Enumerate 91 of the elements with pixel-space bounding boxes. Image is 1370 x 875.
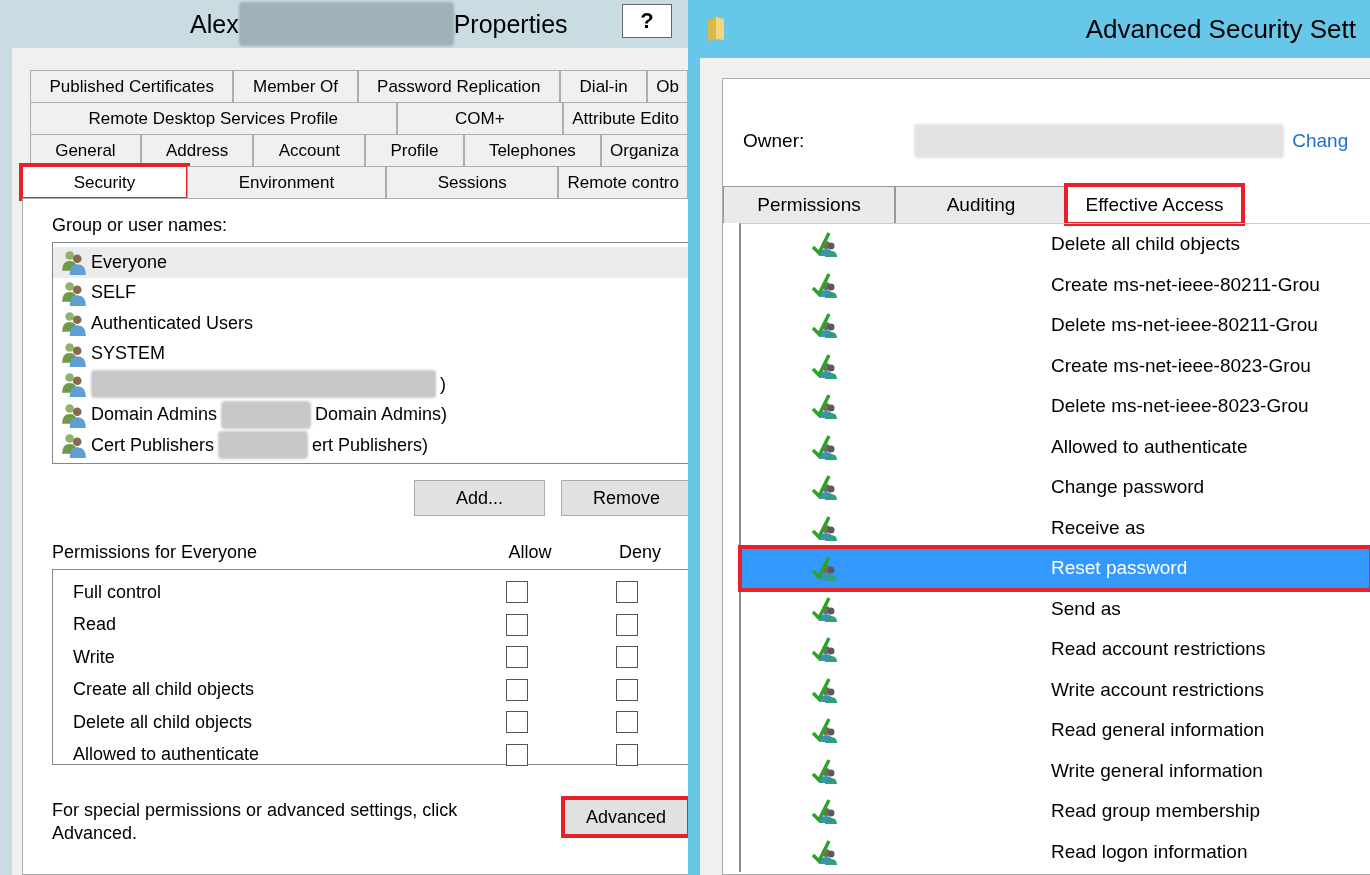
users-icon xyxy=(61,401,87,428)
user-list-item[interactable]: Authenticated Users xyxy=(53,308,688,339)
tab[interactable]: General xyxy=(30,134,141,166)
access-list-row[interactable]: Create ms-net-ieee-80211-Grou xyxy=(741,264,1370,305)
tab[interactable]: Security xyxy=(22,166,187,198)
access-list-row[interactable]: Read account restrictions xyxy=(741,629,1370,670)
deny-checkbox[interactable] xyxy=(616,613,638,636)
user-name: Cert Publishers xyxy=(91,434,215,456)
deny-checkbox[interactable] xyxy=(616,646,638,669)
column-header: Deny xyxy=(618,542,662,563)
user-name: Domain Admins) xyxy=(315,404,448,426)
user-name: Authenticated Users xyxy=(91,312,254,334)
user-list-item[interactable]: SYSTEM xyxy=(53,338,688,369)
access-list-row[interactable]: Read group membership xyxy=(741,791,1370,832)
users-icon xyxy=(61,340,87,367)
tab[interactable]: Organiza xyxy=(601,134,688,166)
permissions-label: Permissions for Everyone xyxy=(52,542,259,563)
permission-name: Allowed to authenticate xyxy=(73,744,261,766)
deny-checkbox[interactable] xyxy=(616,743,638,766)
tab[interactable]: Effective Access xyxy=(1067,186,1242,223)
user-name: Everyone xyxy=(91,251,168,273)
users-icon xyxy=(61,371,87,398)
permission-name: Read xyxy=(73,614,118,636)
window-title: Properties xyxy=(453,9,568,39)
tab[interactable]: Attribute Edito xyxy=(563,102,688,134)
permission-name: Full control xyxy=(73,581,163,603)
advanced-button[interactable]: Advanced xyxy=(564,799,688,835)
permission-name: Create all child objects xyxy=(73,679,256,701)
allow-checkbox[interactable] xyxy=(506,678,528,701)
column-header: Allow xyxy=(507,542,553,563)
tab[interactable]: Dial-in xyxy=(560,70,648,102)
access-list-row[interactable]: Delete ms-net-ieee-8023-Grou xyxy=(741,386,1370,427)
tab[interactable]: Password Replication xyxy=(357,70,561,102)
allow-checkbox[interactable] xyxy=(506,743,528,766)
tab[interactable]: Profile xyxy=(365,134,464,166)
deny-checkbox[interactable] xyxy=(616,711,638,734)
access-list-row[interactable]: Receive as xyxy=(741,507,1370,548)
access-list-row[interactable]: Delete all child objects xyxy=(741,224,1370,265)
hint-text: For special permissions or advanced settings, click Advanced. xyxy=(52,799,459,845)
owner-label: Owner: xyxy=(743,130,805,152)
user-name: SELF xyxy=(91,282,137,304)
tab[interactable]: Environment xyxy=(186,166,386,198)
user-name: ert Publishers) xyxy=(312,434,429,456)
tab[interactable]: Auditing xyxy=(895,186,1067,223)
dialog-button[interactable]: Add... xyxy=(414,480,545,516)
access-list-row[interactable]: Create ms-net-ieee-8023-Grou xyxy=(741,345,1370,386)
allow-checkbox[interactable] xyxy=(506,711,528,734)
access-list-row[interactable]: Write account restrictions xyxy=(741,669,1370,710)
permission-name: Delete all child objects xyxy=(73,711,254,733)
group-label: Group or user names: xyxy=(52,215,229,236)
users-icon xyxy=(61,432,87,459)
deny-checkbox[interactable] xyxy=(616,581,638,604)
access-list-row[interactable]: Delete ms-net-ieee-80211-Grou xyxy=(741,305,1370,346)
tab[interactable]: Sessions xyxy=(385,166,559,198)
tab[interactable]: Account xyxy=(253,134,366,166)
tab[interactable]: Member Of xyxy=(233,70,358,102)
tab[interactable]: Remote Desktop Services Profile xyxy=(30,102,397,134)
users-icon xyxy=(61,279,87,306)
window-title: Alex xyxy=(190,9,239,39)
users-icon xyxy=(61,249,87,276)
access-list-row[interactable]: Read general information xyxy=(741,710,1370,751)
tab[interactable]: Remote contro xyxy=(558,166,688,198)
user-name: Domain Admins xyxy=(91,404,218,426)
allow-checkbox[interactable] xyxy=(506,613,528,636)
permission-name: Write xyxy=(73,646,116,668)
users-icon xyxy=(61,310,87,337)
window-title: Advanced Security Sett xyxy=(1085,13,1356,45)
access-list-row[interactable]: Write general information xyxy=(741,750,1370,791)
help-button[interactable]: ? xyxy=(622,4,672,38)
tab[interactable]: Ob xyxy=(647,70,688,102)
tab[interactable]: Telephones xyxy=(463,134,601,166)
user-list-item[interactable]: SELF xyxy=(53,277,688,308)
access-list-row[interactable]: Send as xyxy=(741,588,1370,629)
deny-checkbox[interactable] xyxy=(616,678,638,701)
tab[interactable]: Published Certificates xyxy=(30,70,234,102)
folder-icon xyxy=(706,16,726,42)
access-list-row[interactable]: Read logon information xyxy=(741,831,1370,872)
change-link[interactable]: Chang xyxy=(1292,130,1349,152)
access-list-row[interactable]: Change password xyxy=(741,467,1370,508)
user-list-item[interactable]: Domain Admins Domain Admins) xyxy=(53,399,688,430)
tab[interactable]: Permissions xyxy=(723,186,895,223)
user-list-item[interactable]: Cert Publishers ert Publishers) xyxy=(53,430,688,461)
tab[interactable]: Address xyxy=(140,134,254,166)
tab[interactable]: COM+ xyxy=(396,102,564,134)
user-list-item[interactable]: Everyone xyxy=(53,247,688,278)
user-name: SYSTEM xyxy=(91,343,165,365)
allow-checkbox[interactable] xyxy=(506,646,528,669)
user-name: ) xyxy=(440,373,446,395)
access-list-row[interactable]: Allowed to authenticate xyxy=(741,426,1370,467)
user-list-item[interactable]: ) xyxy=(53,369,688,400)
allow-checkbox[interactable] xyxy=(506,581,528,604)
